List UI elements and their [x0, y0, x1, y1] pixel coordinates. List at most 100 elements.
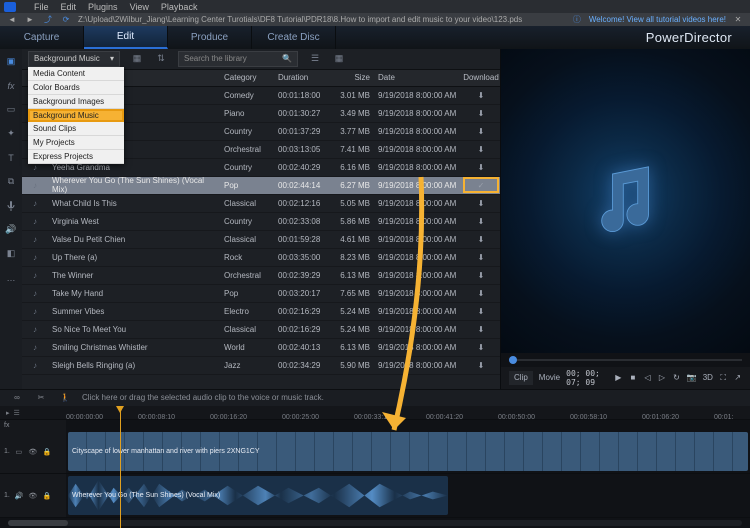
table-row[interactable]: ♪Summer VibesElectro00:02:16:295.24 MB9/… — [22, 303, 500, 321]
grid-view-icon[interactable]: ▦ — [332, 52, 346, 66]
snapshot-icon[interactable]: 📷 — [687, 370, 697, 386]
dropdown-item[interactable]: Color Boards — [28, 81, 124, 95]
table-row[interactable]: ♪Take My HandPop00:03:20:177.65 MB9/19/2… — [22, 285, 500, 303]
pip-room-icon[interactable]: ▭ — [4, 103, 18, 117]
col-size[interactable]: Size — [328, 73, 374, 82]
track-audio-icon[interactable]: 🔊 — [14, 491, 24, 501]
menu-edit[interactable]: Edit — [61, 2, 77, 12]
table-row[interactable]: ♪Smiling Christmas WhistlerWorld00:02:40… — [22, 339, 500, 357]
timeline-scrollbar[interactable] — [0, 518, 750, 528]
close-welcome-icon[interactable]: ✕ — [732, 14, 744, 26]
tab-create-disc[interactable]: Create Disc — [252, 26, 336, 49]
next-frame-icon[interactable]: ▷ — [658, 370, 667, 386]
track-lock-icon[interactable]: 🔒 — [42, 491, 52, 501]
fx-room-icon[interactable]: fx — [4, 79, 18, 93]
table-row[interactable]: ♪The WinnerOrchestral00:02:39:296.13 MB9… — [22, 267, 500, 285]
track-visible-icon[interactable]: 👁 — [28, 447, 38, 457]
download-button[interactable]: ⬇ — [462, 343, 500, 352]
back-icon[interactable]: ◄ — [6, 14, 18, 26]
up-icon[interactable]: ⤴ — [42, 14, 54, 26]
track-lock-icon[interactable]: 🔒 — [42, 447, 52, 457]
timeline-ruler[interactable]: ▸ ☰ 00:00:00:0000:00:08:1000:00:16:2000:… — [0, 406, 750, 420]
track-visible-icon[interactable]: 👁 — [28, 491, 38, 501]
link-icon[interactable]: ∞ — [10, 391, 24, 405]
welcome-link[interactable]: Welcome! View all tutorial videos here! — [589, 15, 726, 24]
dropdown-item[interactable]: Express Projects — [28, 150, 124, 164]
filter-icon[interactable]: ▦ — [130, 52, 144, 66]
table-row[interactable]: ♪Up There (a)Rock00:03:35:008.23 MB9/19/… — [22, 249, 500, 267]
audio-clip[interactable]: Wherever You Go (The Sun Shines) (Vocal … — [68, 476, 448, 515]
download-button[interactable]: ⬇ — [462, 289, 500, 298]
search-input[interactable]: Search the library🔍 — [178, 51, 298, 67]
audio-track[interactable]: 1. 🔊 👁 🔒 Wherever You Go (The Sun Shines… — [0, 474, 750, 518]
download-button[interactable]: ⬇ — [462, 163, 500, 172]
play-icon[interactable]: ▶ — [614, 370, 623, 386]
download-button[interactable]: ⬇ — [462, 199, 500, 208]
stop-icon[interactable]: ■ — [629, 370, 638, 386]
title-room-icon[interactable]: T — [4, 151, 18, 165]
walk-icon[interactable]: 🚶 — [58, 391, 72, 405]
download-button[interactable]: ⬇ — [462, 127, 500, 136]
download-button[interactable]: ⬇ — [462, 235, 500, 244]
download-button[interactable]: ⬇ — [462, 271, 500, 280]
dropdown-item[interactable]: Sound Clips — [28, 122, 124, 136]
prev-frame-icon[interactable]: ◁ — [643, 370, 652, 386]
menu-playback[interactable]: Playback — [161, 2, 198, 12]
media-room-icon[interactable]: ▣ — [4, 55, 18, 69]
audio-room-icon[interactable] — [4, 199, 18, 213]
dropdown-item-selected[interactable]: Background Music — [28, 109, 124, 122]
menu-file[interactable]: File — [34, 2, 49, 12]
download-button-highlight[interactable]: ✓ — [463, 177, 499, 193]
table-row[interactable]: ♪Virginia WestCountry00:02:33:085.86 MB9… — [22, 213, 500, 231]
download-button[interactable]: ⬇ — [462, 307, 500, 316]
sort-icon[interactable]: ⇅ — [154, 52, 168, 66]
clip-mode[interactable]: Clip — [509, 371, 533, 385]
video-track[interactable]: 1. ▭ 👁 🔒 Cityscape of lower manhattan an… — [0, 430, 750, 474]
voice-room-icon[interactable]: 🔊 — [4, 223, 18, 237]
forward-icon[interactable]: ► — [24, 14, 36, 26]
undock-icon[interactable]: ↗ — [733, 370, 742, 386]
track-video-icon[interactable]: ▭ — [14, 447, 24, 457]
dropdown-item[interactable]: Media Content — [28, 67, 124, 81]
tab-edit[interactable]: Edit — [84, 26, 168, 49]
table-row[interactable]: ♪Sleigh Bells Ringing (a)Jazz00:02:34:29… — [22, 357, 500, 375]
menu-plugins[interactable]: Plugins — [88, 2, 118, 12]
col-duration[interactable]: Duration — [276, 73, 328, 82]
dropdown-item[interactable]: My Projects — [28, 136, 124, 150]
table-row[interactable]: ♪Valse Du Petit ChienClassical00:01:59:2… — [22, 231, 500, 249]
library-dropdown[interactable]: Background Music▾ Media Content Color Bo… — [28, 51, 120, 67]
chapter-room-icon[interactable]: ◧ — [4, 247, 18, 261]
movie-mode[interactable]: Movie — [539, 373, 560, 382]
download-button[interactable]: ⬇ — [462, 145, 500, 154]
download-button[interactable]: ✓ — [462, 177, 500, 193]
transition-room-icon[interactable]: ⧉ — [4, 175, 18, 189]
download-button[interactable]: ⬇ — [462, 325, 500, 334]
col-date[interactable]: Date — [374, 73, 462, 82]
fullscreen-icon[interactable]: ⛶ — [719, 370, 728, 386]
list-view-icon[interactable]: ☰ — [308, 52, 322, 66]
download-button[interactable]: ⬇ — [462, 109, 500, 118]
menu-view[interactable]: View — [130, 2, 149, 12]
refresh-icon[interactable]: ⟳ — [60, 14, 72, 26]
info-icon[interactable]: ⓘ — [571, 14, 583, 26]
download-button[interactable]: ⬇ — [462, 91, 500, 100]
tab-capture[interactable]: Capture — [0, 26, 84, 49]
download-button[interactable]: ⬇ — [462, 217, 500, 226]
col-category[interactable]: Category — [220, 73, 276, 82]
3d-icon[interactable]: 3D — [703, 370, 713, 386]
table-row[interactable]: ♪What Child Is ThisClassical00:02:12:165… — [22, 195, 500, 213]
particle-room-icon[interactable]: ✦ — [4, 127, 18, 141]
preview-progress[interactable] — [501, 353, 750, 367]
ruler-collapse-icon[interactable]: ▸ — [6, 409, 10, 417]
dropdown-item[interactable]: Background Images — [28, 95, 124, 109]
loop-icon[interactable]: ↻ — [672, 370, 681, 386]
playhead[interactable] — [120, 406, 121, 528]
table-row[interactable]: ♪Wherever You Go (The Sun Shines) (Vocal… — [22, 177, 500, 195]
cut-icon[interactable]: ✂ — [34, 391, 48, 405]
subtitle-room-icon[interactable]: … — [4, 271, 18, 285]
video-clip[interactable]: Cityscape of lower manhattan and river w… — [68, 432, 748, 471]
tab-produce[interactable]: Produce — [168, 26, 252, 49]
ruler-menu-icon[interactable]: ☰ — [14, 409, 20, 417]
download-button[interactable]: ⬇ — [462, 361, 500, 370]
table-row[interactable]: ♪So Nice To Meet YouClassical00:02:16:29… — [22, 321, 500, 339]
